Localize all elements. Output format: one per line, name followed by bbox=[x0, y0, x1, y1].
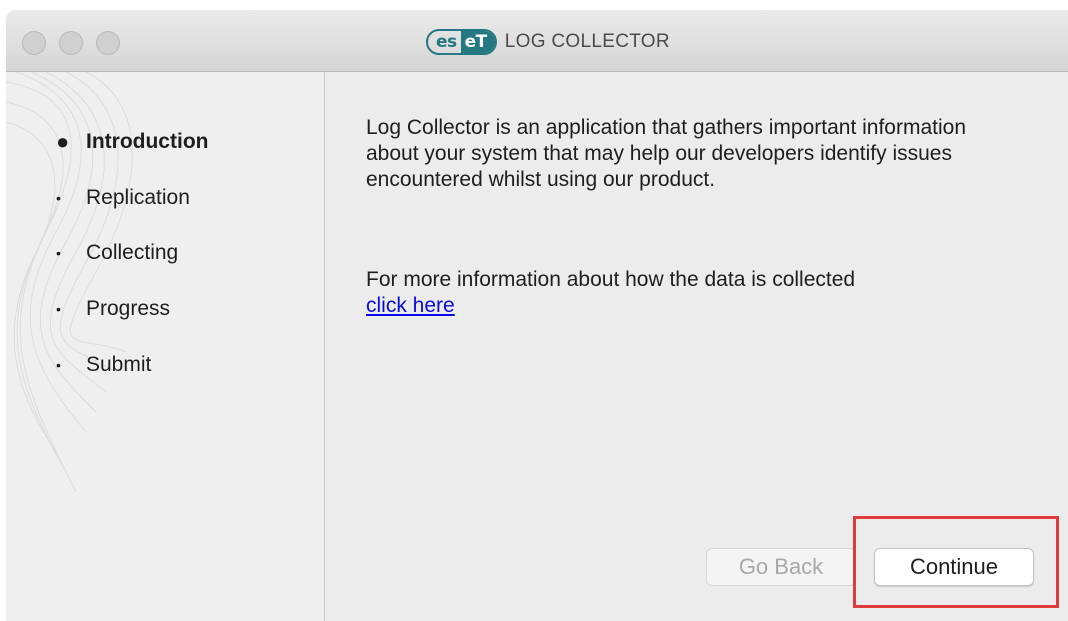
step-bullet-icon: • bbox=[56, 357, 61, 373]
minimize-window-button[interactable] bbox=[59, 31, 83, 55]
intro-paragraph: Log Collector is an application that gat… bbox=[366, 116, 966, 191]
sidebar-item-label: Replication bbox=[86, 186, 190, 209]
active-step-bullet-icon: ● bbox=[56, 129, 70, 154]
info-text: For more information about how the data … bbox=[366, 268, 856, 291]
window-title: es eT LOG COLLECTOR bbox=[426, 28, 670, 56]
window-title-text: LOG COLLECTOR bbox=[504, 31, 670, 52]
sidebar-item-label: Progress bbox=[86, 297, 171, 320]
eset-logo-left: es bbox=[436, 32, 457, 52]
continue-highlight-box bbox=[853, 516, 1059, 608]
step-bullet-icon: • bbox=[56, 190, 61, 206]
sidebar-item-submit: • Submit bbox=[56, 350, 151, 380]
click-here-link[interactable]: click here bbox=[366, 294, 455, 317]
sidebar-item-replication: • Replication bbox=[56, 183, 190, 213]
sidebar-item-label: Introduction bbox=[86, 130, 209, 153]
steps-sidebar: ● Introduction • Replication • Collectin… bbox=[6, 72, 325, 621]
sidebar-item-progress: • Progress bbox=[56, 294, 170, 324]
info-paragraph: For more information about how the data … bbox=[366, 267, 1016, 319]
title-bar[interactable]: es eT LOG COLLECTOR bbox=[6, 10, 1068, 72]
close-window-button[interactable] bbox=[22, 31, 46, 55]
eset-logo-right: eT bbox=[460, 31, 495, 53]
go-back-button[interactable]: Go Back bbox=[706, 548, 856, 586]
step-bullet-icon: • bbox=[56, 245, 61, 261]
sidebar-item-label: Submit bbox=[86, 353, 152, 376]
zoom-window-button[interactable] bbox=[96, 31, 120, 55]
sidebar-item-label: Collecting bbox=[86, 241, 179, 264]
sidebar-item-collecting: • Collecting bbox=[56, 238, 178, 268]
step-bullet-icon: • bbox=[56, 301, 61, 317]
sidebar-item-introduction: ● Introduction bbox=[56, 127, 208, 157]
eset-logo: es eT bbox=[426, 29, 497, 55]
